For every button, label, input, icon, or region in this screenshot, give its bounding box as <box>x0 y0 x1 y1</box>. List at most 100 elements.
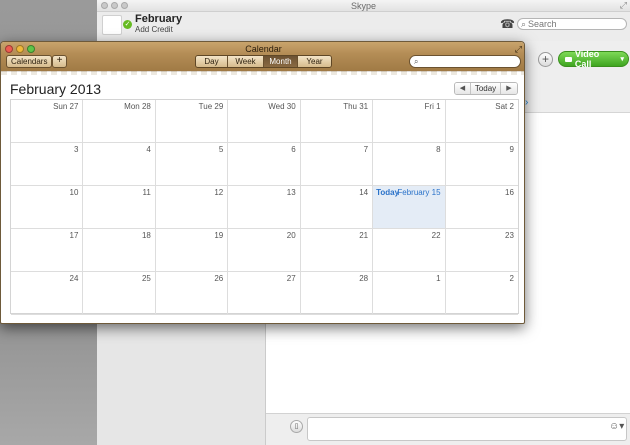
day-cell[interactable]: 12 <box>155 186 229 229</box>
tick-icon: › <box>525 97 529 108</box>
day-cell[interactable]: Thu 31 <box>300 100 374 143</box>
day-number: 19 <box>214 231 224 240</box>
message-input[interactable] <box>307 417 627 441</box>
day-number: 16 <box>505 188 514 197</box>
day-cell[interactable]: 20 <box>228 229 301 272</box>
day-number: 7 <box>363 145 369 154</box>
day-cell[interactable]: 7 <box>300 143 374 186</box>
day-number: 3 <box>73 145 79 154</box>
day-cell[interactable]: Sat 2 <box>445 100 518 143</box>
day-number: Fri 1 <box>424 102 441 111</box>
search-placeholder: Search <box>528 19 557 29</box>
day-cell[interactable]: 21 <box>300 229 374 272</box>
day-number: Sat 2 <box>495 102 514 111</box>
day-number: 12 <box>214 188 224 197</box>
day-number: 17 <box>69 231 79 240</box>
day-number: 18 <box>141 231 151 240</box>
tab-week[interactable]: Week <box>228 56 264 67</box>
calendar-search-input[interactable]: ⌕ <box>409 55 521 68</box>
skype-window-title: Skype <box>350 1 376 11</box>
day-cell[interactable]: Fri 1 <box>373 100 446 143</box>
skype-titlebar: Skype ⤢ <box>97 0 630 12</box>
search-input[interactable]: ⌕ Search <box>517 18 627 30</box>
day-cell[interactable]: 11 <box>83 186 156 229</box>
day-cell[interactable]: 24 <box>11 272 84 315</box>
next-month-button[interactable]: ▶ <box>501 83 517 94</box>
date-navigation: ◀ Today ▶ <box>454 82 518 95</box>
day-number: 20 <box>286 231 296 240</box>
day-cell[interactable]: 5 <box>155 143 229 186</box>
day-cell[interactable]: 18 <box>83 229 156 272</box>
calendars-button[interactable]: Calendars <box>6 55 53 68</box>
month-grid: Sun 27 Mon 28 Tue 29 Wed 30 Thu 31 Fri 1… <box>10 99 519 315</box>
emoticon-icon[interactable]: ☺▾ <box>609 421 624 432</box>
search-icon: ⌕ <box>521 19 527 29</box>
day-cell[interactable]: Tue 29 <box>155 100 229 143</box>
day-number: February 15 <box>397 188 441 197</box>
tab-year[interactable]: Year <box>298 56 331 67</box>
day-number: Thu 31 <box>343 102 369 111</box>
add-credit-link[interactable]: Add Credit <box>135 25 173 34</box>
day-cell[interactable]: 13 <box>228 186 301 229</box>
day-cell[interactable]: 4 <box>83 143 156 186</box>
day-cell[interactable]: 16 <box>445 186 518 229</box>
day-number: 23 <box>505 231 514 240</box>
view-switcher: Day Week Month Year <box>195 55 332 68</box>
day-number: 27 <box>286 274 296 283</box>
resize-icon[interactable]: ⤢ <box>620 0 627 11</box>
day-number: 9 <box>509 145 514 154</box>
profile-name[interactable]: February <box>135 13 182 25</box>
day-number: 8 <box>436 145 441 154</box>
month-title: February 2013 <box>10 81 102 97</box>
day-number: Sun 27 <box>53 102 79 111</box>
day-cell[interactable]: 3 <box>11 143 84 186</box>
day-cell[interactable]: 28 <box>300 272 374 315</box>
day-cell[interactable]: 10 <box>11 186 84 229</box>
day-cell[interactable]: 17 <box>11 229 84 272</box>
fullscreen-icon[interactable]: ⤢ <box>515 44 522 55</box>
tab-day[interactable]: Day <box>196 56 228 67</box>
today-cell[interactable]: Today February 15 <box>373 186 446 229</box>
day-number: 25 <box>141 274 151 283</box>
day-number: 11 <box>142 188 151 197</box>
day-number: 6 <box>291 145 296 154</box>
week-row: 3 4 5 6 7 8 9 <box>11 143 518 186</box>
day-number: 21 <box>359 231 369 240</box>
add-event-button[interactable]: + <box>52 55 67 68</box>
day-cell[interactable]: Sun 27 <box>11 100 84 143</box>
day-cell[interactable]: 26 <box>155 272 229 315</box>
add-participant-button[interactable]: + <box>538 52 553 67</box>
send-sms-button[interactable]: ▯ <box>290 420 303 433</box>
tab-month[interactable]: Month <box>264 56 298 67</box>
day-cell[interactable]: 27 <box>228 272 301 315</box>
search-icon: ⌕ <box>414 57 419 66</box>
calendar-toolbar: Calendar ⤢ Calendars + Day Week Month Ye… <box>1 42 524 75</box>
day-cell[interactable]: Mon 28 <box>83 100 156 143</box>
day-number: Mon 28 <box>124 102 151 111</box>
day-cell[interactable]: 1 <box>373 272 446 315</box>
previous-month-button[interactable]: ◀ <box>455 83 471 94</box>
day-cell[interactable]: 2 <box>445 272 518 315</box>
week-row: 17 18 19 20 21 22 23 <box>11 229 518 272</box>
day-cell[interactable]: 19 <box>155 229 229 272</box>
day-cell[interactable]: 14 <box>300 186 374 229</box>
avatar[interactable] <box>102 15 122 35</box>
dial-pad-icon[interactable]: ☎ <box>500 17 515 31</box>
day-cell[interactable]: 9 <box>445 143 518 186</box>
video-call-button[interactable]: Video Call ▾ <box>558 49 629 69</box>
day-cell[interactable]: 6 <box>228 143 301 186</box>
day-cell[interactable]: 8 <box>373 143 446 186</box>
day-cell[interactable]: 22 <box>373 229 446 272</box>
today-button[interactable]: Today <box>471 83 501 94</box>
video-call-label: Video Call <box>574 49 600 69</box>
chevron-down-icon[interactable]: ▾ <box>620 55 624 63</box>
day-cell[interactable]: 23 <box>445 229 518 272</box>
day-cell[interactable]: 25 <box>83 272 156 315</box>
camera-icon <box>565 56 572 62</box>
day-number: 10 <box>69 188 79 197</box>
day-cell[interactable]: Wed 30 <box>228 100 301 143</box>
day-number: Tue 29 <box>198 102 224 111</box>
day-number: 22 <box>431 231 441 240</box>
day-number: 4 <box>146 145 151 154</box>
week-row: 10 11 12 13 14 Today February 15 16 <box>11 186 518 229</box>
